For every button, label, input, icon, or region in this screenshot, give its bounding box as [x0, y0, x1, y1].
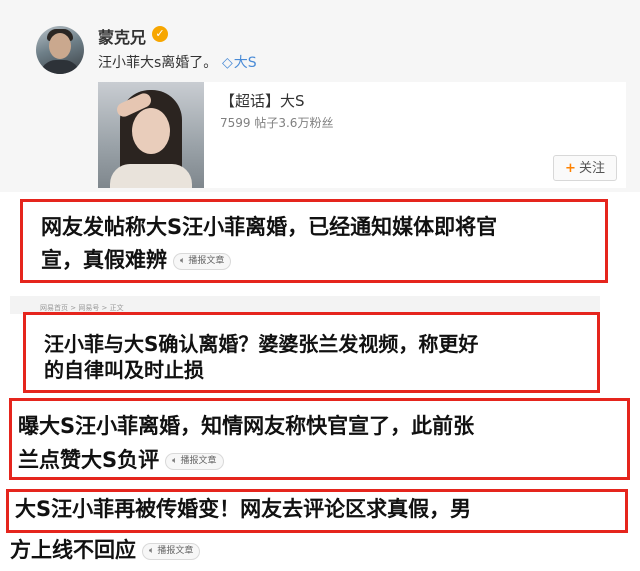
headline-1-line1: 网友发帖称大S汪小菲离婚，已经通知媒体即将官	[41, 215, 498, 239]
headline-3[interactable]: 曝大S汪小菲离婚，知情网友称快官宣了，此前张 兰点赞大S负评 🔈︎ 播报文章	[9, 398, 630, 480]
report-article-button[interactable]: 🔈︎ 播报文章	[173, 252, 232, 270]
topic-label: 大S	[233, 55, 257, 71]
post-text: 汪小菲大s离婚了。	[98, 55, 218, 71]
topic-tag[interactable]: ◇大S	[222, 52, 257, 72]
headline-1[interactable]: 网友发帖称大S汪小菲离婚，已经通知媒体即将官 宣，真假难辨 🔈︎ 播报文章	[20, 199, 608, 283]
avatar[interactable]	[36, 26, 84, 74]
headline-3-line2: 兰点赞大S负评	[18, 448, 160, 472]
diamond-icon: ◇	[222, 55, 233, 71]
verified-badge-icon: ✓	[152, 26, 168, 42]
follow-label: 关注	[578, 161, 605, 176]
headline-4-line2: 方上线不回应	[10, 538, 136, 562]
headline-1-line2: 宣，真假难辨	[41, 248, 167, 272]
report-label: 播报文章	[180, 455, 217, 466]
card-thumbnail[interactable]	[98, 82, 204, 188]
card-title[interactable]: 【超话】大S	[220, 90, 305, 111]
headline-3-line2-row: 兰点赞大S负评 🔈︎ 播报文章	[18, 443, 619, 477]
report-label: 播报文章	[188, 255, 225, 266]
follow-button[interactable]: + 关注	[553, 155, 617, 181]
headline-4[interactable]: 大S汪小菲再被传婚变！网友去评论区求真假，男	[6, 489, 628, 533]
headline-2-line1: 汪小菲与大S确认离婚？婆婆张兰发视频，称更好	[44, 332, 479, 356]
headline-4-line1: 大S汪小菲再被传婚变！网友去评论区求真假，男	[15, 497, 472, 521]
headline-3-line1: 曝大S汪小菲离婚，知情网友称快官宣了，此前张	[18, 414, 475, 438]
username[interactable]: 蒙克兄	[98, 24, 146, 48]
report-article-button[interactable]: 🔈︎ 播报文章	[165, 452, 224, 470]
speaker-icon: 🔈︎	[180, 255, 186, 266]
headline-4-line2-row: 方上线不回应 🔈︎ 播报文章	[10, 533, 201, 567]
speaker-icon: 🔈︎	[172, 455, 178, 466]
report-article-button[interactable]: 🔈︎ 播报文章	[142, 542, 201, 560]
speaker-icon: 🔈︎	[149, 545, 155, 556]
report-label: 播报文章	[157, 545, 194, 556]
headline-1-line2-row: 宣，真假难辨 🔈︎ 播报文章	[41, 244, 595, 277]
headline-2[interactable]: 汪小菲与大S确认离婚？婆婆张兰发视频，称更好 的自律叫及时止损	[23, 312, 600, 393]
plus-icon: +	[565, 161, 576, 176]
headline-2-line2: 的自律叫及时止损	[44, 358, 204, 382]
card-stats: 7599 帖子3.6万粉丝	[220, 116, 334, 130]
